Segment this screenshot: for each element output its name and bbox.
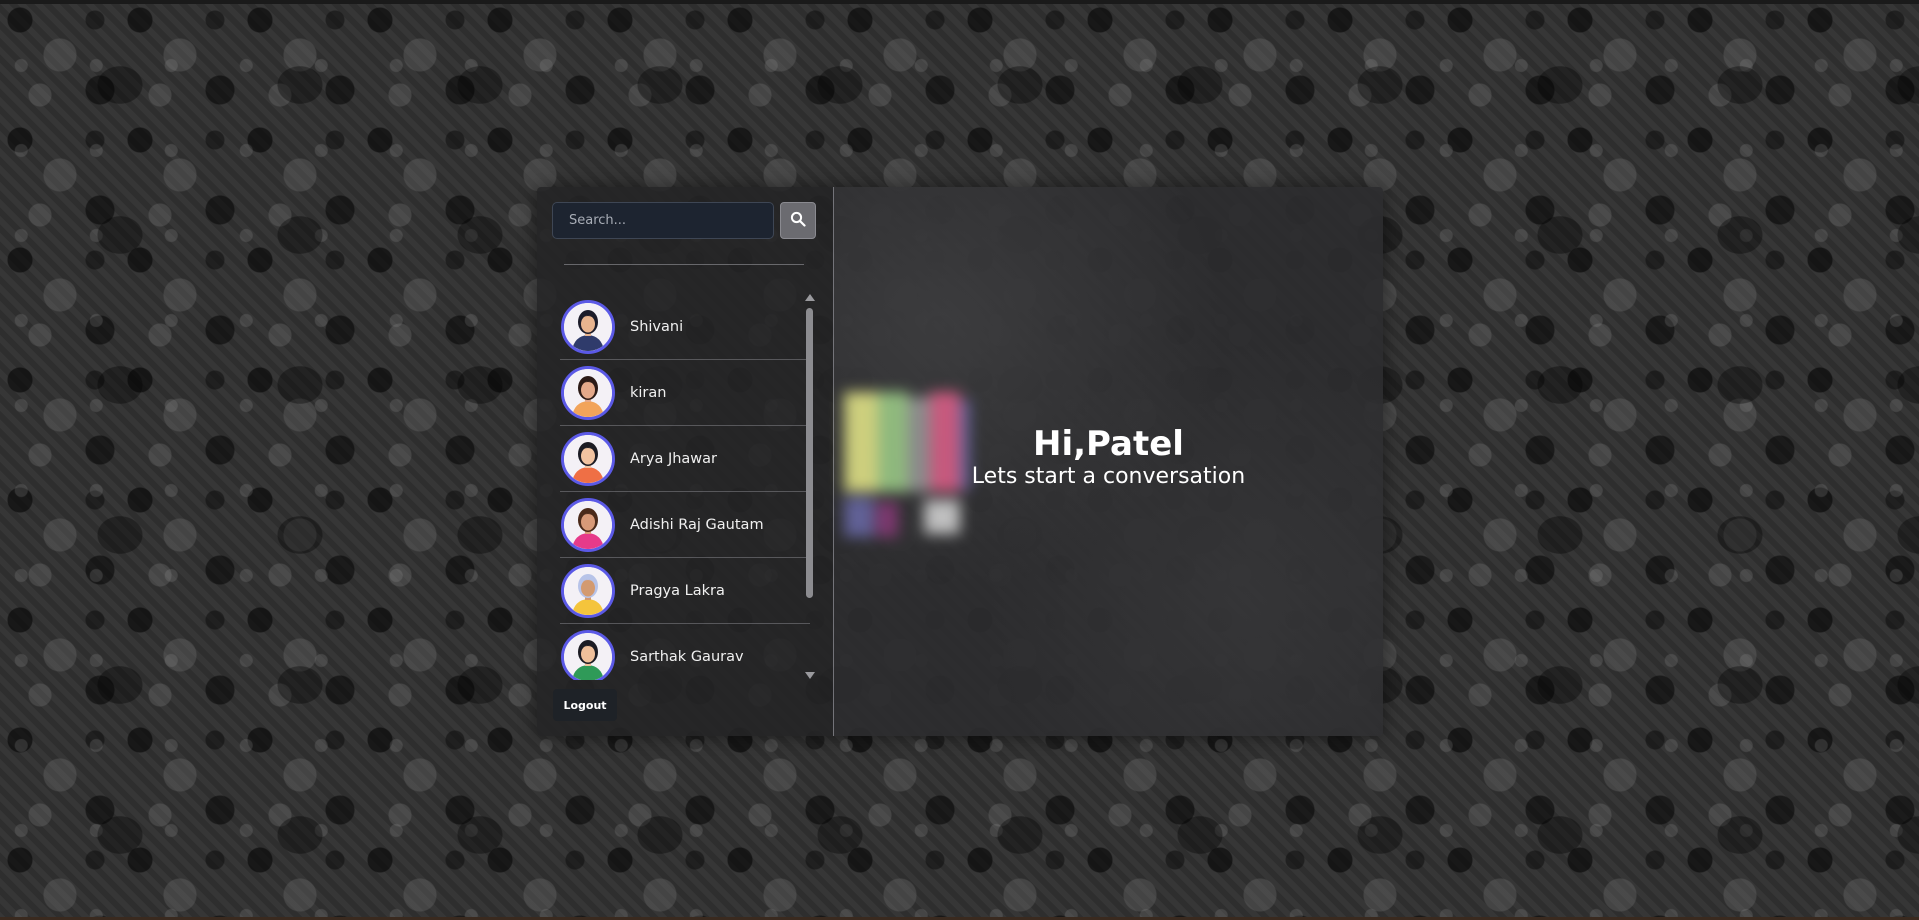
welcome-subtitle: Lets start a conversation <box>971 464 1246 489</box>
user-list-item[interactable]: Arya Jhawar <box>560 427 810 492</box>
welcome-title: Hi,Patel <box>1033 424 1184 464</box>
search-icon <box>790 211 806 231</box>
user-list-item[interactable]: Pragya Lakra <box>560 559 810 624</box>
user-name: Pragya Lakra <box>630 583 725 599</box>
user-name: Adishi Raj Gautam <box>630 517 764 533</box>
user-name: Arya Jhawar <box>630 451 718 467</box>
chat-app-window: Shivani kiran Arya Jhawar Adishi Raj Gautam… <box>537 187 1383 736</box>
user-name: Shivani <box>630 319 684 335</box>
user-avatar <box>561 498 615 552</box>
search-bar <box>552 202 816 239</box>
sidebar: Shivani kiran Arya Jhawar Adishi Raj Gautam… <box>537 187 834 736</box>
search-input[interactable] <box>552 202 774 239</box>
user-list-item[interactable]: kiran <box>560 361 810 426</box>
scroll-up-arrow-icon[interactable] <box>805 294 815 301</box>
logout-button[interactable]: Logout <box>553 689 617 721</box>
user-list-item[interactable]: Adishi Raj Gautam <box>560 493 810 558</box>
user-avatar <box>561 630 615 680</box>
user-list-scrollbar[interactable] <box>804 294 816 679</box>
user-name: kiran <box>630 385 667 401</box>
user-list: Shivani kiran Arya Jhawar Adishi Raj Gautam… <box>560 295 810 680</box>
user-name: Sarthak Gaurav <box>630 649 744 665</box>
user-list-item[interactable]: Shivani <box>560 295 810 360</box>
user-list-item[interactable]: Sarthak Gaurav <box>560 625 810 680</box>
user-avatar <box>561 300 615 354</box>
sidebar-divider <box>564 264 804 265</box>
user-avatar <box>561 564 615 618</box>
conversation-panel: Hi,Patel Lets start a conversation <box>834 187 1383 736</box>
search-button[interactable] <box>780 202 816 239</box>
welcome-message: Hi,Patel Lets start a conversation <box>834 424 1383 490</box>
user-avatar <box>561 432 615 486</box>
user-avatar <box>561 366 615 420</box>
scroll-thumb[interactable] <box>806 308 813 598</box>
top-edge <box>0 0 1919 4</box>
scroll-down-arrow-icon[interactable] <box>805 672 815 679</box>
